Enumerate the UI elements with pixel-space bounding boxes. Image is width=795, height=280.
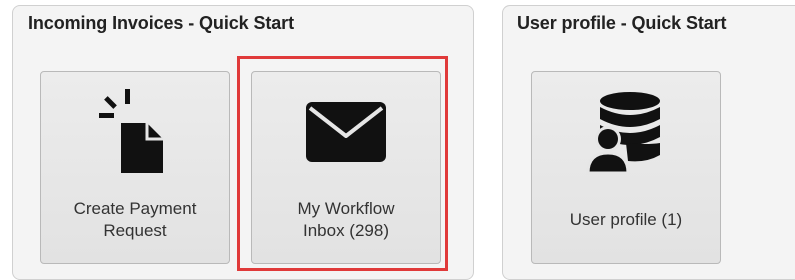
my-workflow-inbox-tile[interactable]: My Workflow Inbox (298) [251,71,441,264]
tile-label-line2: Inbox (298) [302,221,389,240]
quick-start-area: Incoming Invoices - Quick Start Create P… [0,0,795,280]
envelope-icon [252,84,440,180]
tile-label: My Workflow Inbox (298) [258,190,434,250]
incoming-invoices-panel: Incoming Invoices - Quick Start Create P… [12,5,474,280]
tile-label: User profile (1) [538,190,714,250]
user-profile-panel: User profile - Quick Start User profile … [502,5,795,280]
tile-label-line1: Create Payment [73,199,197,218]
tile-label-line1: User profile (1) [569,210,683,229]
panel-title: Incoming Invoices - Quick Start [28,13,294,33]
panel-title: User profile - Quick Start [517,13,727,33]
tile-label-line1: My Workflow [297,199,395,218]
new-document-icon [41,84,229,180]
user-database-icon [532,84,720,180]
tile-label: Create Payment Request [47,190,223,250]
tile-label-line2: Request [103,221,167,240]
user-profile-tile[interactable]: User profile (1) [531,71,721,264]
create-payment-request-tile[interactable]: Create Payment Request [40,71,230,264]
